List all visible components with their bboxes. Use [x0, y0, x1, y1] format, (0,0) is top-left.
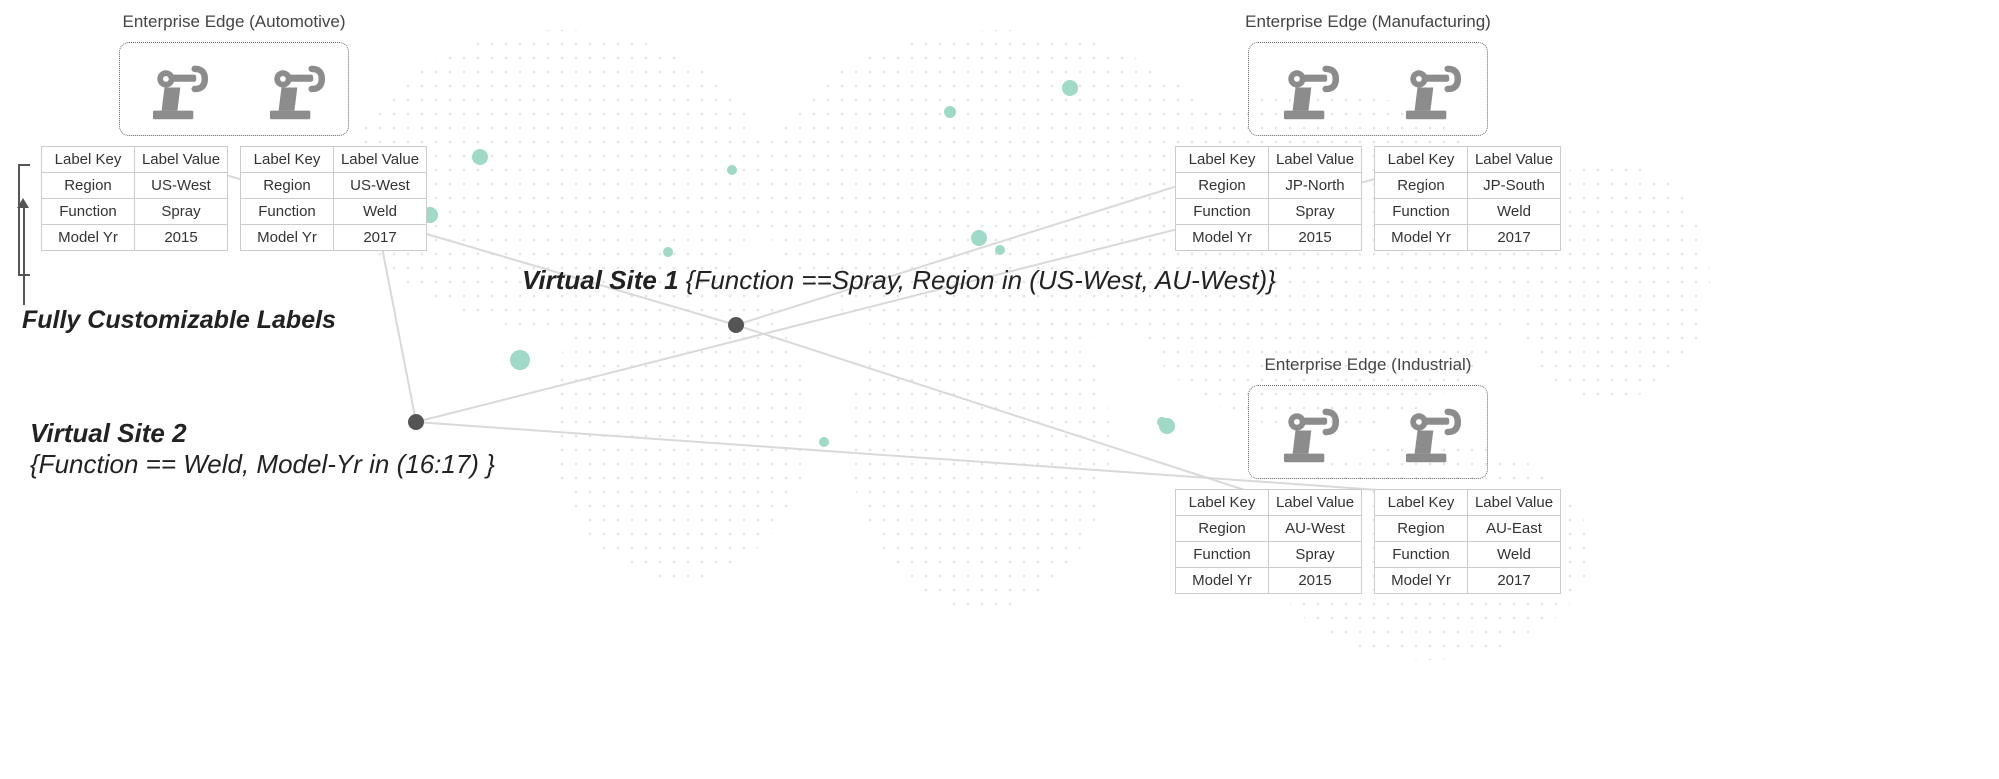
- virtual-site-2-name: Virtual Site 2: [30, 418, 187, 448]
- virtual-site-1-label: Virtual Site 1 {Function ==Spray, Region…: [522, 265, 1276, 296]
- robot-arm-icon: [1271, 53, 1343, 125]
- robot-arm-icon: [1393, 396, 1465, 468]
- robot-arm-icon: [140, 53, 212, 125]
- edge-title: Enterprise Edge (Manufacturing): [1168, 12, 1568, 32]
- edge-manufacturing: Enterprise Edge (Manufacturing) Label Ke…: [1168, 12, 1568, 251]
- label-table: Label KeyLabel Value RegionJP-North Func…: [1175, 146, 1362, 251]
- robot-arm-icon: [257, 53, 329, 125]
- edge-box: [119, 42, 349, 136]
- edge-industrial: Enterprise Edge (Industrial) Label KeyLa…: [1168, 355, 1568, 594]
- robot-arm-icon: [1393, 53, 1465, 125]
- table-header: Label Value: [135, 147, 228, 173]
- virtual-site-1-node: [728, 317, 744, 333]
- label-table: Label KeyLabel Value RegionUS-West Funct…: [240, 146, 427, 251]
- table-header: Label Key: [42, 147, 135, 173]
- customizable-labels-callout: Fully Customizable Labels: [22, 306, 336, 335]
- edge-box: [1248, 42, 1488, 136]
- label-table: Label KeyLabel Value RegionAU-West Funct…: [1175, 489, 1362, 594]
- virtual-site-2-label: Virtual Site 2 {Function == Weld, Model-…: [30, 418, 495, 480]
- edge-automotive: Enterprise Edge (Automotive) Label KeyLa…: [34, 12, 434, 251]
- label-table: Label KeyLabel Value RegionAU-East Funct…: [1374, 489, 1561, 594]
- edge-box: [1248, 385, 1488, 479]
- robot-arm-icon: [1271, 396, 1343, 468]
- label-bracket: [18, 164, 30, 276]
- virtual-site-2-expr: {Function == Weld, Model-Yr in (16:17) }: [30, 449, 495, 479]
- virtual-site-1-expr: {Function ==Spray, Region in (US-West, A…: [686, 265, 1276, 295]
- virtual-site-1-name: Virtual Site 1: [522, 265, 679, 295]
- edge-title: Enterprise Edge (Industrial): [1168, 355, 1568, 375]
- label-table: Label KeyLabel Value RegionJP-South Func…: [1374, 146, 1561, 251]
- edge-title: Enterprise Edge (Automotive): [34, 12, 434, 32]
- label-table: Label KeyLabel Value RegionUS-West Funct…: [41, 146, 228, 251]
